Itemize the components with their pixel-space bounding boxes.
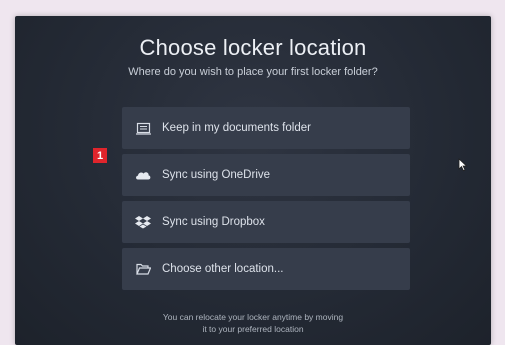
option-dropbox[interactable]: Sync using Dropbox — [122, 201, 410, 243]
locker-location-dialog: Choose locker location Where do you wish… — [15, 16, 491, 345]
footer-line-2: it to your preferred location — [202, 324, 304, 334]
dialog-footer-note: You can relocate your locker anytime by … — [15, 311, 491, 335]
onedrive-cloud-icon — [134, 166, 152, 184]
option-choose-other-location[interactable]: Choose other location... — [122, 248, 410, 290]
option-dropbox-label: Sync using Dropbox — [162, 216, 265, 228]
option-onedrive[interactable]: Sync using OneDrive — [122, 154, 410, 196]
option-documents-folder[interactable]: Keep in my documents folder — [122, 107, 410, 149]
dropbox-icon — [134, 213, 152, 231]
mouse-pointer-icon — [458, 158, 468, 177]
folder-open-icon — [134, 260, 152, 278]
option-onedrive-label: Sync using OneDrive — [162, 169, 271, 181]
annotation-badge: 1 — [93, 148, 107, 163]
documents-folder-icon — [134, 119, 152, 137]
dialog-subtitle: Where do you wish to place your first lo… — [128, 66, 378, 78]
option-documents-label: Keep in my documents folder — [162, 122, 311, 134]
location-options: Keep in my documents folder Sync using O… — [122, 107, 410, 295]
footer-line-1: You can relocate your locker anytime by … — [162, 312, 344, 322]
dialog-title: Choose locker location — [139, 35, 367, 60]
option-choose-other-label: Choose other location... — [162, 263, 284, 275]
